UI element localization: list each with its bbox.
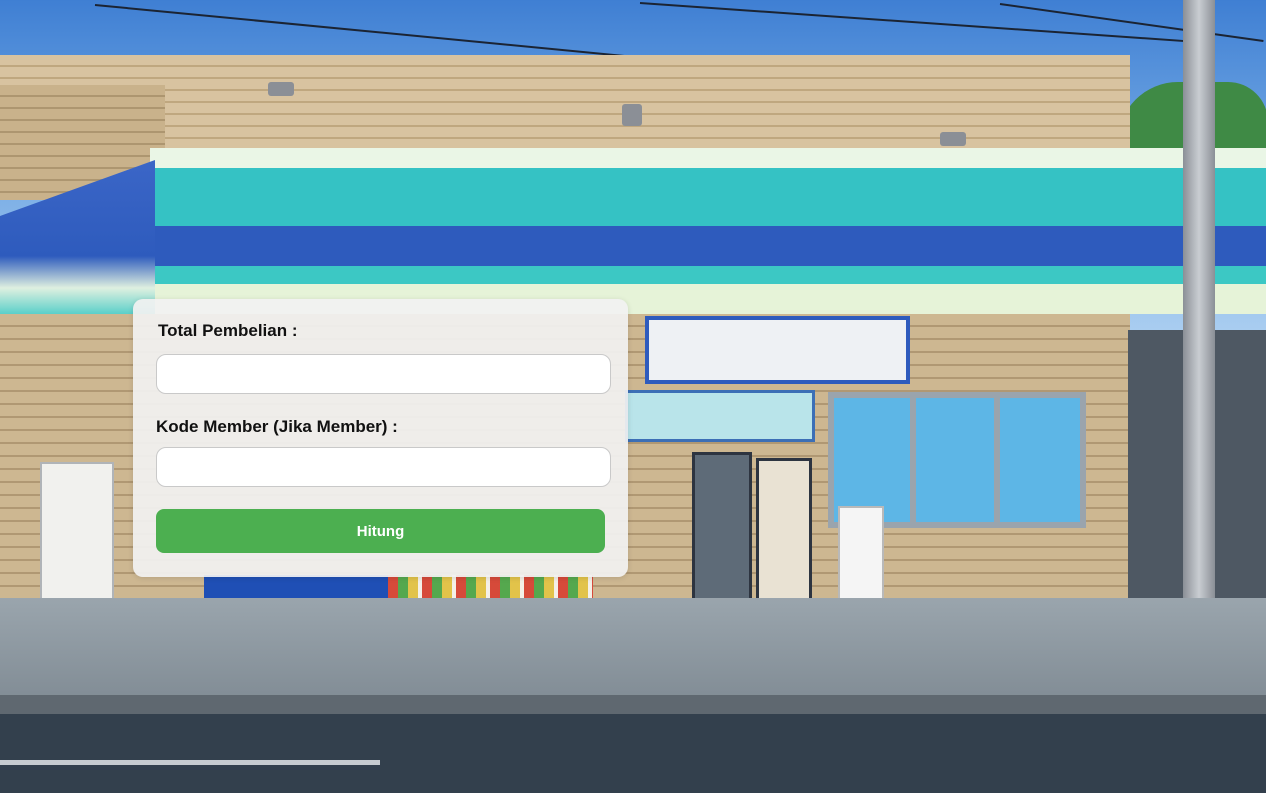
member-code-label: Kode Member (Jika Member) :	[156, 417, 398, 436]
total-purchase-label: Total Pembelian :	[158, 321, 298, 340]
sign-standee	[838, 506, 884, 606]
awning-stripe	[150, 148, 1266, 168]
road-marking	[0, 760, 380, 765]
lamp	[940, 132, 966, 146]
total-purchase-input[interactable]	[156, 354, 611, 394]
sidewalk	[0, 598, 1266, 710]
store-posters	[625, 390, 815, 442]
awning-stripe	[150, 168, 1266, 226]
road	[0, 714, 1266, 793]
lamp	[622, 104, 642, 126]
purchase-form-card: Total Pembelian : Kode Member (Jika Memb…	[133, 299, 628, 577]
awning-stripe	[150, 266, 1266, 284]
calculate-button[interactable]: Hitung	[156, 509, 605, 553]
utility-pole	[1183, 0, 1215, 625]
store-door	[756, 458, 812, 618]
store-door	[692, 452, 752, 617]
store-sign	[645, 316, 910, 384]
lamp	[268, 82, 294, 96]
awning-stripe	[150, 226, 1266, 266]
member-code-input[interactable]	[156, 447, 611, 487]
poster-board	[40, 462, 114, 617]
